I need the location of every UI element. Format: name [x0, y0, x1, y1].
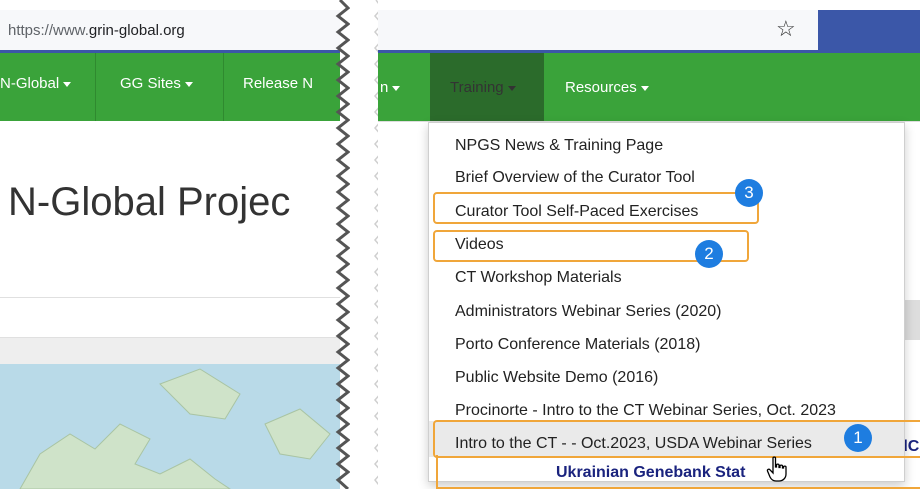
menu-item-porto-conference[interactable]: Porto Conference Materials (2018) [455, 336, 700, 354]
url-text: https://www.grin-global.org [8, 22, 185, 39]
chevron-down-icon [184, 81, 193, 87]
menu-item-admin-webinar[interactable]: Administrators Webinar Series (2020) [455, 303, 721, 321]
torn-edge-left [335, 0, 350, 489]
nav-item-partial[interactable]: n [380, 79, 401, 96]
map-landmass [19, 368, 331, 489]
menu-item-brief-overview[interactable]: Brief Overview of the Curator Tool [455, 169, 695, 187]
hand-pointer-icon [766, 456, 787, 482]
step-badge-2: 2 [695, 240, 723, 268]
divider [0, 297, 340, 298]
browser-accent-bar [818, 10, 920, 53]
nav-item-resources[interactable]: Resources [565, 79, 649, 96]
ukrainian-genebank-link[interactable]: Ukrainian Genebank Stat [556, 464, 745, 482]
highlight-box-3 [433, 192, 759, 224]
nav-divider [95, 53, 96, 121]
nav-item-grin-global[interactable]: N-Global [0, 75, 72, 92]
scroll-indicator [903, 300, 920, 340]
right-screenshot-panel: ☆ n Training Resources dC NPGS News & Tr… [378, 0, 920, 489]
chevron-down-icon [507, 85, 516, 91]
nav-item-training[interactable]: Training [450, 79, 516, 96]
main-nav-bar: N-Global GG Sites Release N [0, 53, 340, 121]
nav-item-gg-sites[interactable]: GG Sites [120, 75, 193, 92]
section-strip [0, 338, 340, 364]
step-badge-1: 1 [844, 424, 872, 452]
menu-item-ct-workshop[interactable]: CT Workshop Materials [455, 269, 622, 287]
bookmark-star-icon[interactable]: ☆ [776, 16, 796, 42]
left-screenshot-panel: https://www.grin-global.org N-Global GG … [0, 0, 340, 489]
chevron-down-icon [640, 85, 649, 91]
main-nav-bar: n Training Resources [378, 53, 920, 121]
address-bar[interactable]: https://www.grin-global.org [0, 10, 340, 53]
page-title: N-Global Projec [8, 180, 291, 224]
chevron-down-icon [392, 85, 401, 91]
menu-item-procinorte[interactable]: Procinorte - Intro to the CT Webinar Ser… [455, 402, 836, 420]
menu-item-npgs-news[interactable]: NPGS News & Training Page [455, 137, 663, 155]
map-image [0, 364, 340, 489]
step-badge-3: 3 [735, 179, 763, 207]
nav-divider [223, 53, 224, 121]
chevron-down-icon [63, 81, 72, 87]
address-bar[interactable] [378, 10, 818, 53]
menu-item-public-demo[interactable]: Public Website Demo (2016) [455, 369, 658, 387]
nav-item-release-notes[interactable]: Release N [243, 75, 313, 92]
